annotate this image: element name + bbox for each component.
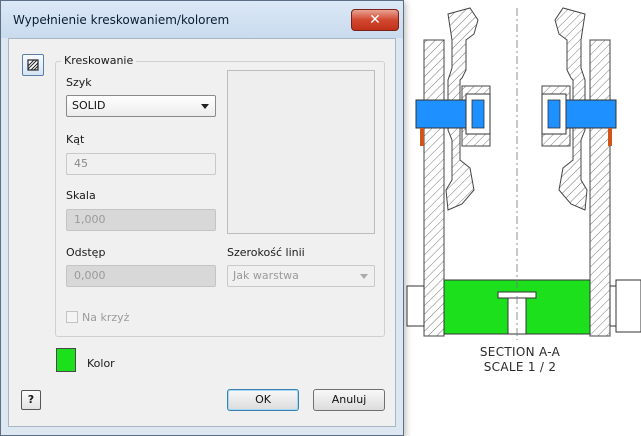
left-shaft-inner (471, 99, 485, 129)
angle-label: Kąt (66, 133, 85, 146)
color-label: Kolor (87, 357, 115, 370)
close-icon: ✕ (369, 12, 381, 28)
right-nut (615, 279, 641, 333)
scale-label: Skala (66, 189, 96, 202)
spacing-label: Odstęp (66, 246, 106, 259)
hatch-icon (27, 59, 39, 71)
scale-input[interactable]: 1,000 (66, 209, 216, 231)
right-bearing (608, 128, 612, 146)
chevron-down-icon (201, 104, 209, 109)
dialog-title: Wypełnienie kreskowaniem/kolorem (13, 13, 230, 27)
right-shaft-inner (547, 99, 561, 129)
right-plate (589, 39, 611, 337)
section-scale: SCALE 1 / 2 (483, 360, 557, 374)
angle-input[interactable]: 45 (66, 153, 216, 175)
pattern-value: SOLID (72, 99, 106, 112)
help-button[interactable]: ? (21, 390, 41, 410)
pattern-label: Szyk (66, 76, 92, 89)
hatch-pattern-button[interactable] (22, 54, 44, 76)
close-button[interactable]: ✕ (351, 9, 399, 31)
lineweight-value: Jak warstwa (233, 269, 299, 282)
crosshatch-label: Na krzyż (82, 311, 130, 324)
hatch-group-label: Kreskowanie (61, 54, 137, 67)
spacing-input[interactable]: 0,000 (66, 265, 216, 287)
ok-button[interactable]: OK (227, 389, 299, 411)
cancel-button[interactable]: Anuluj (313, 389, 385, 411)
section-title: SECTION A-A (479, 345, 561, 359)
dialog-titlebar[interactable]: Wypełnienie kreskowaniem/kolorem ✕ (1, 1, 403, 38)
lineweight-label: Szerokość linii (227, 246, 305, 259)
lineweight-dropdown[interactable]: Jak warstwa (227, 265, 375, 287)
left-bolt (406, 285, 425, 327)
pattern-dropdown[interactable]: SOLID (66, 95, 216, 117)
crosshatch-checkbox[interactable] (66, 311, 78, 323)
hatch-preview (227, 70, 375, 234)
chevron-down-icon (360, 274, 368, 279)
left-bearing (420, 128, 424, 146)
color-swatch-button[interactable] (56, 348, 76, 372)
help-icon: ? (27, 393, 35, 406)
left-plate (423, 39, 445, 337)
